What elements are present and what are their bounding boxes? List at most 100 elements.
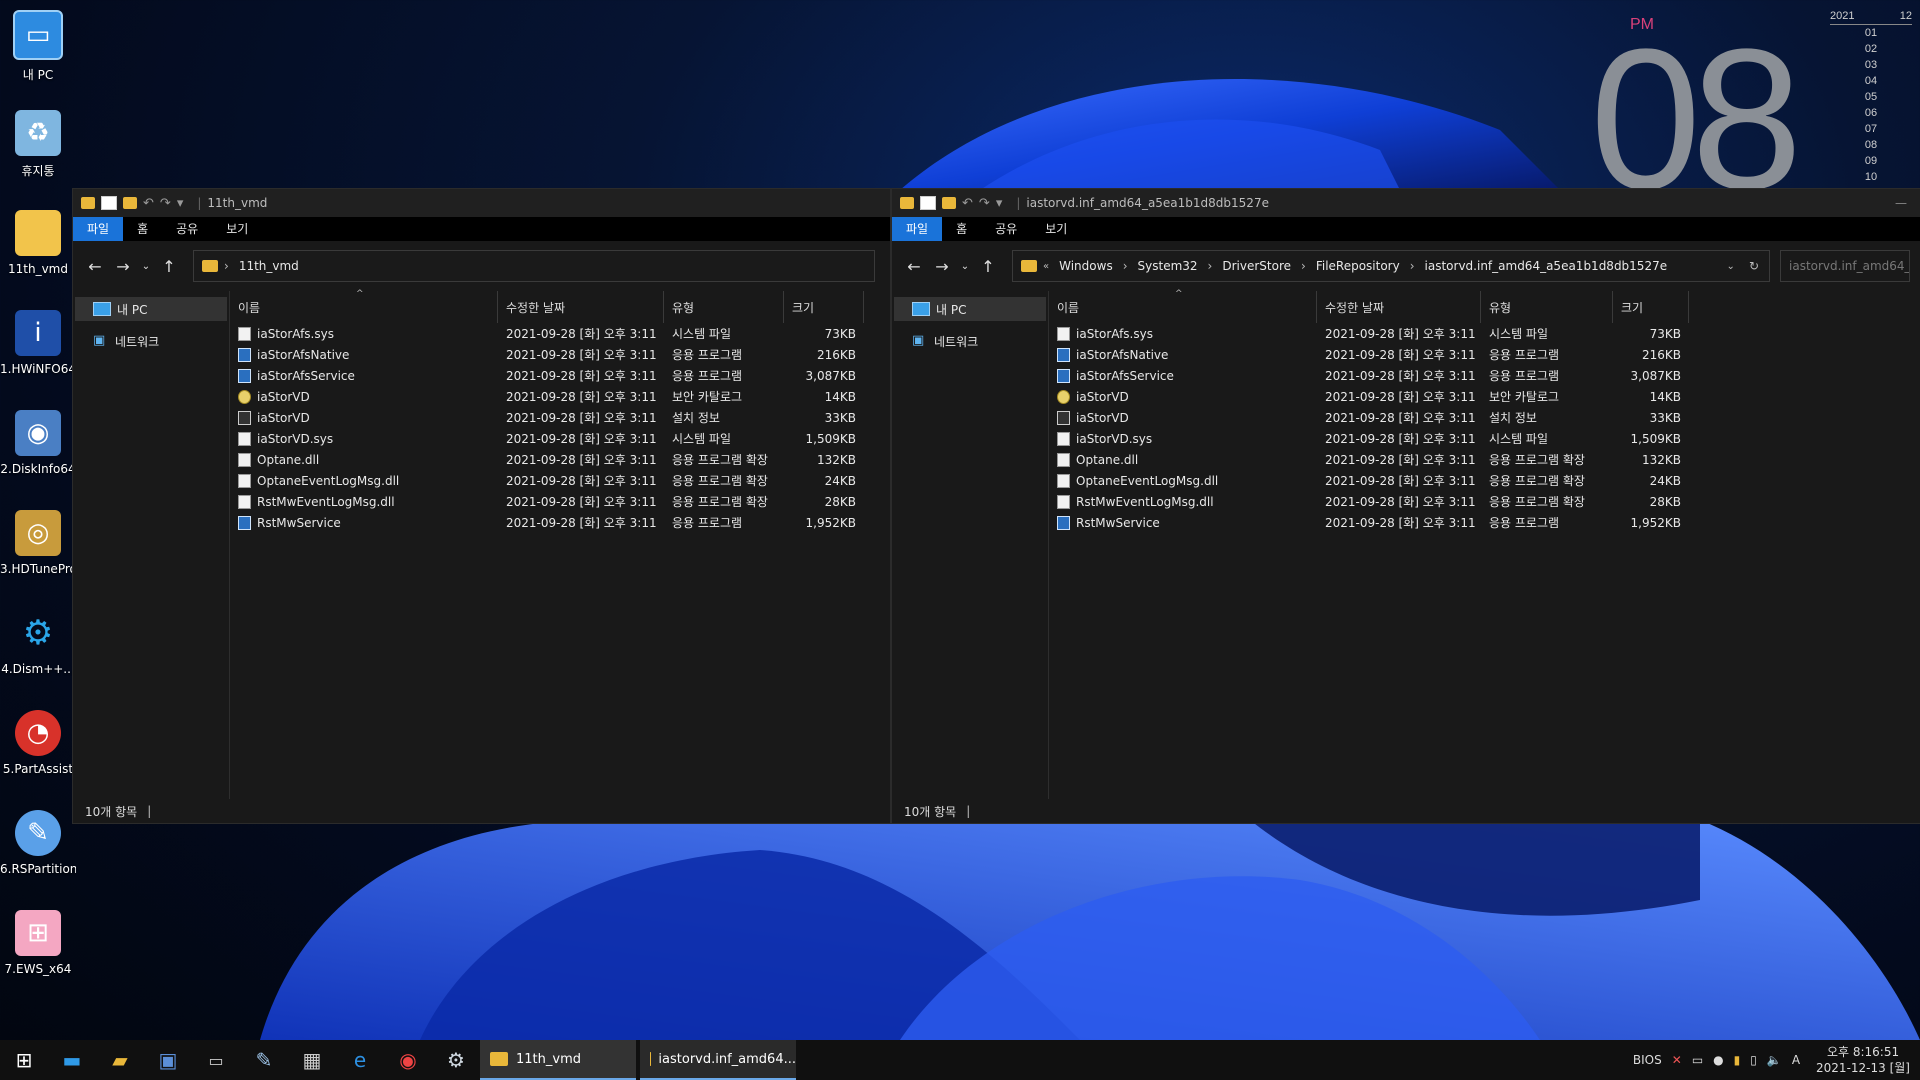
tab-share[interactable]: 공유 bbox=[162, 217, 212, 241]
new-folder-icon[interactable] bbox=[942, 197, 956, 209]
column-header-modified[interactable]: 수정한 날짜 bbox=[498, 291, 664, 323]
tray-tool-icon[interactable]: ✕ bbox=[1672, 1053, 1682, 1067]
column-header-size[interactable]: 크기 bbox=[1613, 291, 1689, 323]
table-row[interactable]: RstMwService 2021-09-28 [화] 오후 3:11 응용 프로그… bbox=[1049, 512, 1920, 533]
breadcrumb-chevron-icon[interactable]: › bbox=[1123, 259, 1128, 273]
table-row[interactable]: iaStorAfs.sys 2021-09-28 [화] 오후 3:11 시스템 파… bbox=[230, 323, 890, 344]
address-dropdown-icon[interactable]: ⌄ bbox=[1727, 261, 1735, 272]
desktop-icon-recycle-bin[interactable]: ♻ 휴지통 bbox=[0, 110, 76, 179]
column-header-size[interactable]: 크기 bbox=[784, 291, 864, 323]
desktop-icon-hdtune[interactable]: ◎ 3.HDTunePro bbox=[0, 510, 76, 576]
table-row[interactable]: Optane.dll 2021-09-28 [화] 오후 3:11 응용 프로그램 … bbox=[1049, 449, 1920, 470]
up-arrow-icon[interactable]: ↑ bbox=[974, 252, 1002, 280]
breadcrumb-item[interactable]: Windows bbox=[1059, 259, 1113, 273]
table-row[interactable]: iaStorAfsNative 2021-09-28 [화] 오후 3:11 응용 … bbox=[230, 344, 890, 365]
breadcrumb-item[interactable]: iastorvd.inf_amd64_a5ea1b1d8db1527e bbox=[1425, 259, 1668, 273]
table-row[interactable]: iaStorAfsNative 2021-09-28 [화] 오후 3:11 응용 … bbox=[1049, 344, 1920, 365]
table-row[interactable]: iaStorVD 2021-09-28 [화] 오후 3:11 설치 정보 33KB bbox=[1049, 407, 1920, 428]
up-arrow-icon[interactable]: ↑ bbox=[155, 252, 183, 280]
settings-gear-icon[interactable]: ⚙ bbox=[432, 1040, 480, 1080]
table-row[interactable]: iaStorVD.sys 2021-09-28 [화] 오후 3:11 시스템 파일… bbox=[1049, 428, 1920, 449]
tab-home[interactable]: 홈 bbox=[942, 217, 981, 241]
breadcrumb-item[interactable]: 11th_vmd bbox=[239, 259, 299, 273]
minimize-icon[interactable]: — bbox=[1895, 196, 1907, 210]
address-bar[interactable]: « Windows › System32 › DriverStore › Fil… bbox=[1012, 250, 1770, 282]
table-row[interactable]: iaStorVD 2021-09-28 [화] 오후 3:11 보안 카탈로그 14K… bbox=[230, 386, 890, 407]
desktop-icon-hwinfo[interactable]: ⅰ 1.HWiNFO64 bbox=[0, 310, 76, 376]
table-row[interactable]: iaStorVD 2021-09-28 [화] 오후 3:11 보안 카탈로그 14K… bbox=[1049, 386, 1920, 407]
tab-file[interactable]: 파일 bbox=[73, 217, 124, 241]
save-disk-icon[interactable]: ▣ bbox=[144, 1040, 192, 1080]
desktop-icon-11th-vmd[interactable]: 11th_vmd bbox=[0, 210, 76, 276]
redo-icon[interactable]: ↷ bbox=[979, 196, 990, 211]
breadcrumb-chevron-icon[interactable]: › bbox=[224, 259, 229, 273]
back-arrow-icon[interactable]: ← bbox=[900, 252, 928, 280]
table-row[interactable]: iaStorAfsService 2021-09-28 [화] 오후 3:11 응용… bbox=[1049, 365, 1920, 386]
tab-view[interactable]: 보기 bbox=[212, 217, 262, 241]
desktop-icon-diskinfo[interactable]: ◉ 2.DiskInfo64 bbox=[0, 410, 76, 476]
tab-file[interactable]: 파일 bbox=[892, 217, 943, 241]
breadcrumb-item[interactable]: System32 bbox=[1138, 259, 1198, 273]
notepad-icon[interactable]: ✎ bbox=[240, 1040, 288, 1080]
table-row[interactable]: iaStorVD 2021-09-28 [화] 오후 3:11 설치 정보 33KB bbox=[230, 407, 890, 428]
calculator-icon[interactable]: ▦ bbox=[288, 1040, 336, 1080]
customize-dropdown-icon[interactable]: ▾ bbox=[996, 196, 1003, 211]
breadcrumb-item[interactable]: DriverStore bbox=[1222, 259, 1291, 273]
tray-usb-icon[interactable]: ▯ bbox=[1750, 1053, 1757, 1067]
search-box[interactable]: iastorvd.inf_amd64_... bbox=[1780, 250, 1910, 282]
breadcrumb-item[interactable]: FileRepository bbox=[1316, 259, 1400, 273]
column-header-name[interactable]: 이름 bbox=[230, 291, 498, 323]
internet-explorer-icon[interactable]: e bbox=[336, 1040, 384, 1080]
recent-locations-chevron-icon[interactable]: ⌄ bbox=[956, 252, 974, 280]
nav-item-this-pc[interactable]: 내 PC bbox=[75, 297, 227, 321]
table-row[interactable]: OptaneEventLogMsg.dll 2021-09-28 [화] 오후 3… bbox=[230, 470, 890, 491]
nav-item-network[interactable]: ▣ 네트워크 bbox=[73, 329, 229, 353]
column-header-type[interactable]: 유형 bbox=[664, 291, 784, 323]
undo-icon[interactable]: ↶ bbox=[143, 196, 154, 211]
table-row[interactable]: iaStorVD.sys 2021-09-28 [화] 오후 3:11 시스템 파일… bbox=[230, 428, 890, 449]
start-windows-icon[interactable]: ⊞ bbox=[0, 1040, 48, 1080]
taskbar-clock[interactable]: 오후 8:16:51 2021-12-13 [월] bbox=[1816, 1044, 1910, 1076]
properties-icon[interactable] bbox=[920, 196, 936, 210]
table-row[interactable]: OptaneEventLogMsg.dll 2021-09-28 [화] 오후 3… bbox=[1049, 470, 1920, 491]
forward-arrow-icon[interactable]: → bbox=[928, 252, 956, 280]
table-row[interactable]: iaStorAfs.sys 2021-09-28 [화] 오후 3:11 시스템 파… bbox=[1049, 323, 1920, 344]
back-arrow-icon[interactable]: ← bbox=[81, 252, 109, 280]
tab-home[interactable]: 홈 bbox=[123, 217, 162, 241]
desktop-icon-ews[interactable]: ⊞ 7.EWS_x64 bbox=[0, 910, 76, 976]
tray-ime-icon[interactable]: A bbox=[1792, 1053, 1800, 1067]
breadcrumb-chevron-icon[interactable]: › bbox=[1208, 259, 1213, 273]
desktop-icon[interactable]: ▬ bbox=[48, 1040, 96, 1080]
terminal-icon[interactable]: ▭ bbox=[192, 1040, 240, 1080]
desktop-icon-this-pc[interactable]: ▭ 내 PC bbox=[0, 10, 76, 83]
redo-icon[interactable]: ↷ bbox=[160, 196, 171, 211]
tab-view[interactable]: 보기 bbox=[1031, 217, 1081, 241]
column-header-modified[interactable]: 수정한 날짜 bbox=[1317, 291, 1481, 323]
breadcrumb-chevron-icon[interactable]: › bbox=[1410, 259, 1415, 273]
address-bar[interactable]: › 11th_vmd bbox=[193, 250, 875, 282]
table-row[interactable]: Optane.dll 2021-09-28 [화] 오후 3:11 응용 프로그램 … bbox=[230, 449, 890, 470]
properties-icon[interactable] bbox=[101, 196, 117, 210]
chrome-icon[interactable]: ◉ bbox=[384, 1040, 432, 1080]
tray-network-icon[interactable]: ▭ bbox=[1692, 1053, 1703, 1067]
recent-locations-chevron-icon[interactable]: ⌄ bbox=[137, 252, 155, 280]
table-row[interactable]: RstMwEventLogMsg.dll 2021-09-28 [화] 오후 3:… bbox=[230, 491, 890, 512]
tray-drop-icon[interactable]: ● bbox=[1713, 1053, 1723, 1067]
tray-volume-icon[interactable]: 🔈 bbox=[1767, 1053, 1782, 1067]
undo-icon[interactable]: ↶ bbox=[962, 196, 973, 211]
tray-bios-label[interactable]: BIOS bbox=[1633, 1053, 1662, 1067]
customize-dropdown-icon[interactable]: ▾ bbox=[177, 196, 184, 211]
column-header-name[interactable]: 이름 bbox=[1049, 291, 1317, 323]
new-folder-icon[interactable] bbox=[123, 197, 137, 209]
tray-battery-icon[interactable]: ▮ bbox=[1734, 1053, 1741, 1067]
taskbar-task-11th-vmd[interactable]: 11th_vmd bbox=[480, 1040, 636, 1080]
tab-share[interactable]: 공유 bbox=[981, 217, 1031, 241]
overflow-chevron-icon[interactable]: « bbox=[1043, 261, 1049, 272]
table-row[interactable]: iaStorAfsService 2021-09-28 [화] 오후 3:11 응용… bbox=[230, 365, 890, 386]
breadcrumb-chevron-icon[interactable]: › bbox=[1301, 259, 1306, 273]
taskbar-task-iastorvd[interactable]: iastorvd.inf_amd64... bbox=[640, 1040, 796, 1080]
table-row[interactable]: RstMwService 2021-09-28 [화] 오후 3:11 응용 프로그… bbox=[230, 512, 890, 533]
refresh-icon[interactable]: ↻ bbox=[1749, 259, 1759, 273]
nav-item-this-pc[interactable]: 내 PC bbox=[894, 297, 1046, 321]
column-header-type[interactable]: 유형 bbox=[1481, 291, 1613, 323]
